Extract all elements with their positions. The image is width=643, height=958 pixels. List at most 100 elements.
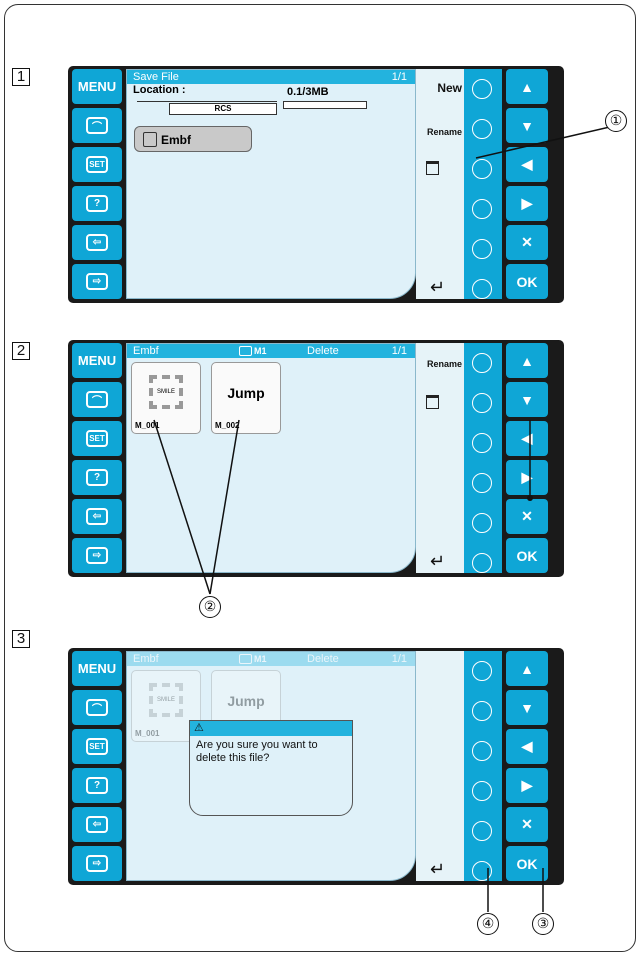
left-button-column: MENU ⌒ SET ? ⇦ ⇨ [72, 651, 122, 885]
side-label-column: New Rename ↵ [416, 69, 464, 299]
file-panel: Save File 1/1 Location : 0.1/3MB RCS Emb… [126, 69, 416, 299]
embroidery-hoop-button[interactable]: ⌒ [72, 690, 122, 725]
side-label-column: ↵ [416, 651, 464, 881]
capacity-bar [283, 101, 367, 109]
capacity-text: 0.1/3MB [287, 86, 329, 98]
receive-button[interactable]: ⇨ [72, 264, 122, 299]
menu-button[interactable]: MENU [72, 651, 122, 686]
transfer-button[interactable]: ⇦ [72, 807, 122, 842]
mode-label: Delete [307, 653, 339, 665]
right-arrow-button[interactable]: ▶ [506, 460, 548, 495]
circle-button-4[interactable] [472, 199, 492, 219]
embroidery-hoop-icon: ⌒ [86, 699, 108, 716]
delete-circle-button[interactable] [472, 159, 492, 179]
folder-button[interactable]: Embf [134, 126, 252, 152]
ok-button[interactable]: OK [506, 538, 548, 573]
callout-2: ② [199, 596, 221, 618]
ok-button[interactable]: OK [506, 846, 548, 881]
rename-circle-button[interactable] [472, 119, 492, 139]
delete-circle-button[interactable] [472, 393, 492, 413]
circle-button-5[interactable] [472, 513, 492, 533]
right-button-column: ▲ ▼ ◀ ▶ ✕ OK [506, 343, 548, 577]
receive-icon: ⇨ [86, 273, 108, 290]
right-arrow-button[interactable]: ▶ [506, 768, 548, 803]
location-label: Location : [133, 84, 186, 96]
warning-icon: ⚠ [190, 721, 352, 736]
circle-button-5[interactable] [472, 239, 492, 259]
cancel-button[interactable]: ✕ [506, 807, 548, 842]
help-button[interactable]: ? [72, 460, 122, 495]
dialog-message: Are you sure you want to delete this fil… [196, 739, 318, 764]
trash-icon [426, 161, 439, 175]
left-arrow-button[interactable]: ◀ [506, 421, 548, 456]
lcd-area: Save File 1/1 Location : 0.1/3MB RCS Emb… [126, 69, 548, 299]
circle-button-4[interactable] [472, 473, 492, 493]
rename-circle-button[interactable] [472, 353, 492, 373]
file-thumbnail: Jump [227, 693, 265, 709]
set-button[interactable]: SET [72, 147, 122, 182]
cancel-button[interactable]: ✕ [506, 499, 548, 534]
circle-button-1[interactable] [472, 661, 492, 681]
ok-button[interactable]: OK [506, 264, 548, 299]
set-icon: SET [86, 156, 108, 173]
embroidery-hoop-button[interactable]: ⌒ [72, 382, 122, 417]
location-value: RCS [169, 103, 277, 115]
receive-icon: ⇨ [86, 547, 108, 564]
receive-button[interactable]: ⇨ [72, 846, 122, 881]
title-bar: Embf M1 Delete 1/1 [127, 652, 415, 666]
file-card[interactable]: SMILE M_001 [131, 362, 201, 434]
circle-button-3[interactable] [472, 433, 492, 453]
up-arrow-button[interactable]: ▲ [506, 651, 548, 686]
step-number-1: 1 [12, 68, 30, 86]
right-arrow-button[interactable]: ▶ [506, 186, 548, 221]
up-arrow-button[interactable]: ▲ [506, 343, 548, 378]
file-name: M_001 [135, 421, 160, 430]
file-thumbnail: SMILE [149, 683, 183, 717]
screen-save-file: MENU ⌒ SET ? ⇦ ⇨ Save File 1/1 Location … [68, 66, 564, 303]
embroidery-hoop-button[interactable]: ⌒ [72, 108, 122, 143]
set-button[interactable]: SET [72, 421, 122, 456]
menu-button[interactable]: MENU [72, 343, 122, 378]
memory-icon [239, 346, 252, 356]
circle-button-5[interactable] [472, 821, 492, 841]
help-icon: ? [86, 777, 108, 794]
cancel-button[interactable]: ✕ [506, 225, 548, 260]
lcd-area: Embf M1 Delete 1/1 SMILE M_001 Jump ⚠ Ar… [126, 651, 548, 881]
left-arrow-button[interactable]: ◀ [506, 147, 548, 182]
down-arrow-button[interactable]: ▼ [506, 690, 548, 725]
receive-button[interactable]: ⇨ [72, 538, 122, 573]
screen-delete-confirm: MENU ⌒ SET ? ⇦ ⇨ Embf M1 Delete 1/1 SMIL… [68, 648, 564, 885]
transfer-button[interactable]: ⇦ [72, 225, 122, 260]
callout-1: ① [605, 110, 627, 132]
transfer-button[interactable]: ⇦ [72, 499, 122, 534]
right-button-column: ▲ ▼ ◀ ▶ ✕ OK [506, 69, 548, 303]
return-circle-button[interactable] [472, 279, 492, 299]
transfer-icon: ⇦ [86, 816, 108, 833]
page-indicator: 1/1 [391, 71, 407, 83]
up-arrow-button[interactable]: ▲ [506, 69, 548, 104]
screen-title: Embf [133, 653, 159, 665]
callout-3: ③ [532, 913, 554, 935]
file-panel: Embf M1 Delete 1/1 SMILE M_001 Jump ⚠ Ar… [126, 651, 416, 881]
help-button[interactable]: ? [72, 768, 122, 803]
screen-title: Save File [133, 71, 179, 83]
folder-icon [143, 132, 157, 147]
trash-icon [426, 395, 439, 409]
return-arrow-icon: ↵ [430, 551, 446, 571]
menu-button[interactable]: MENU [72, 69, 122, 104]
circle-button-3[interactable] [472, 741, 492, 761]
file-name: M_002 [215, 421, 240, 430]
return-circle-button[interactable] [472, 861, 492, 881]
circle-button-4[interactable] [472, 781, 492, 801]
set-icon: SET [86, 430, 108, 447]
down-arrow-button[interactable]: ▼ [506, 108, 548, 143]
circle-button-2[interactable] [472, 701, 492, 721]
help-button[interactable]: ? [72, 186, 122, 221]
file-card[interactable]: Jump M_002 [211, 362, 281, 434]
return-circle-button[interactable] [472, 553, 492, 573]
down-arrow-button[interactable]: ▼ [506, 382, 548, 417]
set-button[interactable]: SET [72, 729, 122, 764]
right-button-column: ▲ ▼ ◀ ▶ ✕ OK [506, 651, 548, 885]
new-circle-button[interactable] [472, 79, 492, 99]
left-arrow-button[interactable]: ◀ [506, 729, 548, 764]
